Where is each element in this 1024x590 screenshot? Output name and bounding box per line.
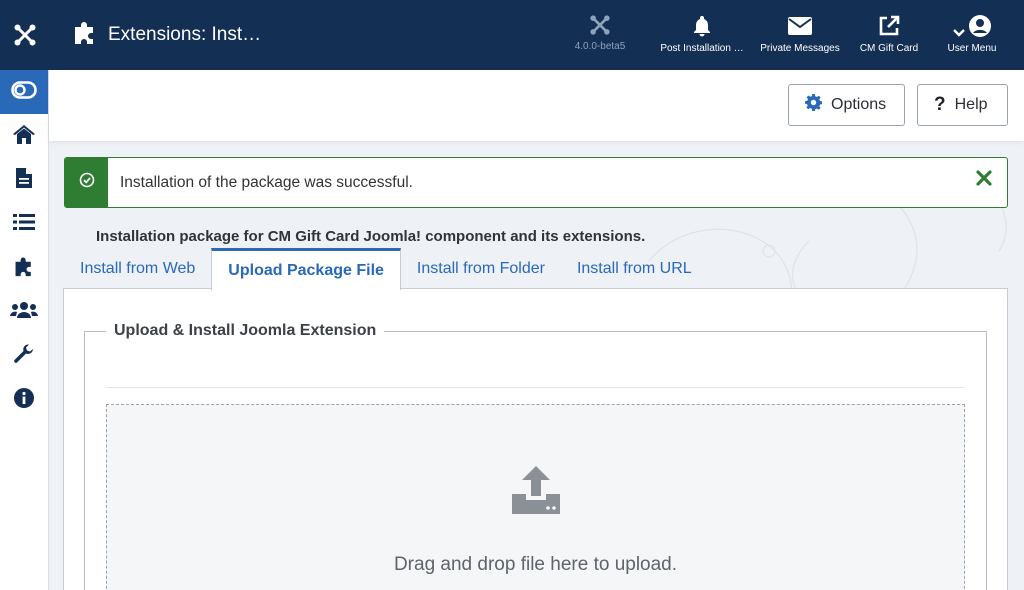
user-menu-label: User Menu <box>947 43 997 54</box>
sidebar-item-home[interactable] <box>0 114 48 158</box>
install-tabs: Install from Web Upload Package File Ins… <box>64 248 708 290</box>
private-messages-link[interactable]: Private Messages <box>756 14 844 54</box>
tab-install-from-url[interactable]: Install from URL <box>561 248 708 289</box>
gear-icon <box>805 94 823 116</box>
close-alert-button[interactable] <box>973 169 995 191</box>
sidebar-item-content[interactable] <box>0 158 48 202</box>
user-menu-icon <box>952 14 992 38</box>
check-circle-icon <box>79 172 95 193</box>
sidebar-item-components[interactable] <box>0 246 48 290</box>
divider <box>106 387 965 388</box>
toggle-icon <box>11 80 37 104</box>
joomla-logo-icon[interactable] <box>0 0 50 70</box>
private-messages-label: Private Messages <box>760 43 840 54</box>
home-icon <box>12 123 36 150</box>
help-button[interactable]: ? Help <box>917 84 1008 126</box>
external-link-icon <box>877 14 901 38</box>
tab-install-from-web[interactable]: Install from Web <box>64 248 211 289</box>
post-installation-messages-link[interactable]: Post Installation … <box>658 14 746 54</box>
joomla-version-icon <box>589 14 611 36</box>
help-label: Help <box>954 96 988 113</box>
options-button[interactable]: Options <box>788 84 905 126</box>
envelope-icon <box>787 14 813 38</box>
post-installation-label: Post Installation … <box>660 43 744 54</box>
close-icon <box>976 169 992 191</box>
sidebar-toggle[interactable] <box>0 70 48 114</box>
sidebar-item-users[interactable] <box>0 290 48 334</box>
version-label: 4.0.0-beta5 <box>574 41 626 52</box>
wrench-icon <box>13 343 35 370</box>
dropzone-text: Drag and drop file here to upload. <box>393 554 678 575</box>
info-icon <box>13 387 35 414</box>
page-title-text: Extensions: Inst… <box>108 24 262 45</box>
alert-icon-container <box>65 158 108 207</box>
tab-upload-package-file[interactable]: Upload Package File <box>211 248 401 290</box>
options-label: Options <box>831 96 887 113</box>
sidebar-item-menus[interactable] <box>0 202 48 246</box>
toolbar: Options ? Help <box>49 70 1024 141</box>
user-menu-button[interactable]: User Menu <box>928 14 1016 54</box>
cm-gift-card-link[interactable]: CM Gift Card <box>845 14 933 54</box>
file-icon <box>15 167 33 194</box>
page-title: Extensions: Inst… <box>72 18 261 52</box>
top-header: Extensions: Inst… 4.0.0-beta5 Post Insta… <box>0 0 1024 70</box>
success-alert: Installation of the package was successf… <box>64 157 1008 208</box>
list-icon <box>13 213 35 236</box>
sidebar-item-system[interactable] <box>0 334 48 378</box>
puzzle-icon <box>12 255 36 282</box>
users-icon <box>10 300 38 325</box>
alert-message: Installation of the package was successf… <box>120 174 413 191</box>
version-indicator: 4.0.0-beta5 <box>556 14 644 52</box>
sidebar <box>0 70 49 590</box>
package-description: Installation package for CM Gift Card Jo… <box>96 228 646 245</box>
bell-icon <box>690 14 714 38</box>
upload-icon <box>510 464 562 516</box>
puzzle-icon <box>72 19 98 51</box>
question-icon: ? <box>934 94 946 115</box>
cm-gift-card-label: CM Gift Card <box>859 43 919 54</box>
upload-legend: Upload & Install Joomla Extension <box>106 322 385 340</box>
sidebar-item-help[interactable] <box>0 378 48 422</box>
tab-install-from-folder[interactable]: Install from Folder <box>401 248 561 289</box>
